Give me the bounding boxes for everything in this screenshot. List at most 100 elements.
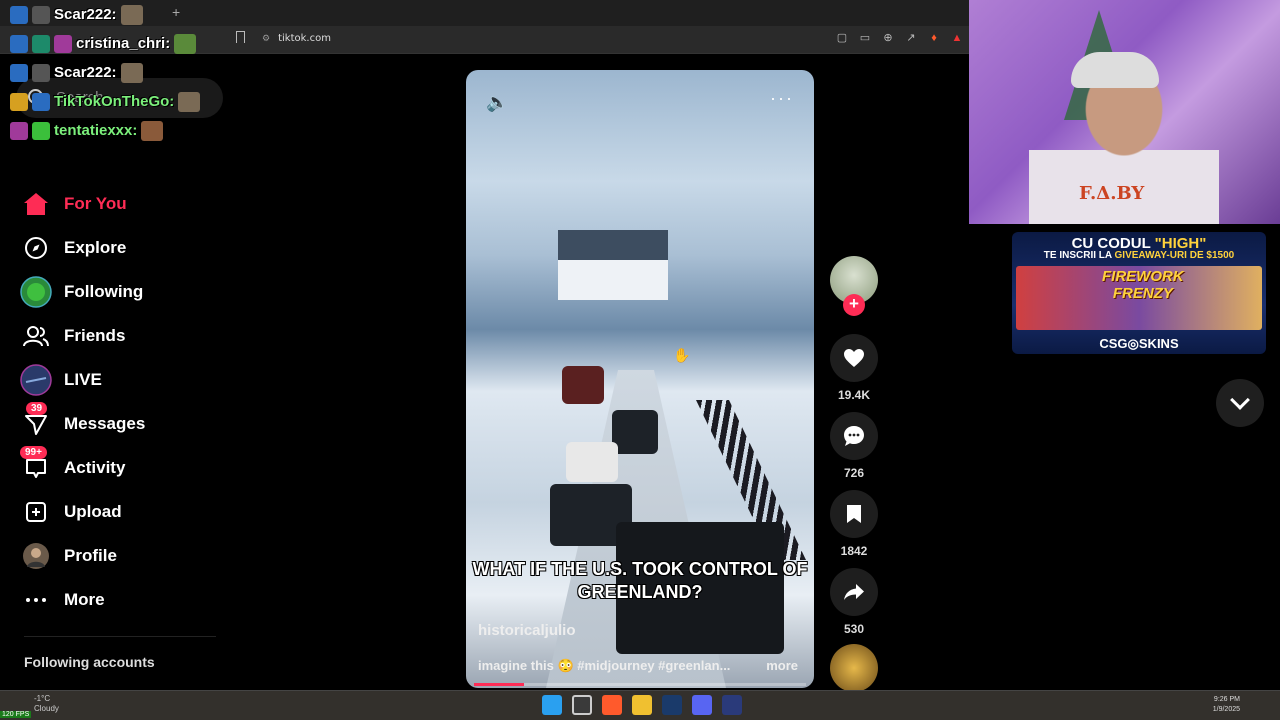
stream-chat-overlay: Scar222: cristina_chri: Scar222: TikTokO… xyxy=(10,0,201,145)
save-action[interactable]: 1842 xyxy=(830,490,878,558)
brave-browser-icon[interactable] xyxy=(602,695,622,715)
site-info-icon[interactable]: ⚙ xyxy=(262,34,270,44)
video-progress-bar[interactable] xyxy=(474,683,806,686)
description-more-button[interactable]: more xyxy=(766,658,798,673)
shirt-text: F.Δ.BY xyxy=(1079,183,1145,204)
messages-badge: 39 xyxy=(26,402,48,415)
nav-label: Explore xyxy=(64,238,127,257)
chat-username: Scar222: xyxy=(54,64,117,81)
address-bar-actions: ▢ ▭ ⊕ ↗ ♦ ▲ xyxy=(835,31,964,45)
nav-activity[interactable]: 99+ Activity xyxy=(20,446,220,488)
share-count: 530 xyxy=(843,622,865,636)
steam-icon[interactable] xyxy=(662,695,682,715)
messages-icon: 39 xyxy=(20,402,52,440)
activity-icon: 99+ xyxy=(20,446,52,484)
nav-profile[interactable]: Profile xyxy=(20,536,220,576)
following-avatar-icon xyxy=(20,276,52,308)
volume-icon[interactable]: 🔈 xyxy=(486,92,508,113)
video-player[interactable]: 🔈 ··· WHAT IF THE U.S. TOOK CONTROL OF G… xyxy=(466,70,814,688)
music-disc-icon[interactable] xyxy=(830,644,878,692)
reader-mode-icon[interactable]: ▢ xyxy=(835,31,849,45)
nav-live[interactable]: LIVE xyxy=(20,360,220,400)
nav-messages[interactable]: 39 Messages xyxy=(20,402,220,444)
video-caption: WHAT IF THE U.S. TOOK CONTROL OF GREENLA… xyxy=(472,559,808,602)
emote-icon xyxy=(120,62,143,83)
sub-badge-icon xyxy=(10,5,28,24)
clock-time: 9:26 PM xyxy=(1213,696,1240,703)
chat-message: TikTokOnTheGo: xyxy=(10,87,201,116)
compass-icon xyxy=(20,232,52,264)
file-explorer-icon[interactable] xyxy=(632,695,652,715)
emote-icon xyxy=(141,120,164,141)
follow-plus-button[interactable]: + xyxy=(843,294,865,316)
task-view-icon[interactable] xyxy=(572,695,592,715)
more-options-icon[interactable]: ··· xyxy=(770,88,794,109)
nav-label: Activity xyxy=(64,458,126,477)
url-field[interactable]: ⚙ tiktok.com xyxy=(262,33,331,44)
sub-badge-icon xyxy=(32,92,50,111)
like-count: 19.4K xyxy=(837,388,871,402)
comment-count: 726 xyxy=(843,466,865,480)
vip-badge-icon xyxy=(54,34,72,53)
activity-badge: 99+ xyxy=(20,446,47,459)
streamer-hat xyxy=(1071,52,1159,88)
video-description: imagine this 😳 #midjourney #greenlan... … xyxy=(478,658,798,674)
next-video-button[interactable] xyxy=(1216,379,1264,427)
bits-badge-icon xyxy=(32,34,50,53)
share-action[interactable]: 530 xyxy=(830,568,878,636)
sidebar-divider xyxy=(24,636,216,637)
weather-widget[interactable]: -1°C Cloudy xyxy=(34,694,59,714)
start-icon[interactable] xyxy=(542,695,562,715)
chat-username: TikTokOnTheGo: xyxy=(54,93,175,110)
vip-badge-icon xyxy=(10,121,28,140)
nav-friends[interactable]: Friends xyxy=(20,316,220,356)
ad-line-2-prefix: TE INSCRII LA xyxy=(1043,250,1115,261)
crown-badge-icon xyxy=(10,92,28,111)
video-author[interactable]: historicaljulio xyxy=(478,622,576,639)
bookmark-icon[interactable] xyxy=(236,31,245,43)
heart-icon[interactable] xyxy=(830,334,878,382)
like-action[interactable]: 19.4K xyxy=(830,334,878,402)
nav-following[interactable]: Following xyxy=(20,272,220,312)
mod-badge-icon xyxy=(32,63,50,82)
pepe-emote-icon xyxy=(174,33,197,54)
video-scene-car xyxy=(566,442,618,482)
cast-icon[interactable]: ▭ xyxy=(858,31,872,45)
chat-message: tentatiexxx: xyxy=(10,116,200,145)
more-dots-icon xyxy=(20,584,52,616)
app-icon[interactable] xyxy=(722,695,742,715)
comment-icon[interactable] xyxy=(830,412,878,460)
url-text: tiktok.com xyxy=(278,33,331,44)
nav-label: Upload xyxy=(64,502,122,521)
chat-username: cristina_chri: xyxy=(76,35,171,52)
streamer-webcam: F.Δ.BY xyxy=(969,0,1280,224)
ad-title: FIREWORK FRENZY xyxy=(1102,268,1184,302)
nav-label: LIVE xyxy=(64,370,102,389)
nav-label: Friends xyxy=(64,326,126,345)
taskbar-apps xyxy=(542,695,742,715)
chevron-down-icon xyxy=(1230,390,1250,410)
chat-message: cristina_chri: xyxy=(10,29,200,58)
gift-badge-icon xyxy=(32,121,50,140)
bookmark-icon[interactable] xyxy=(830,490,878,538)
friends-icon xyxy=(20,320,52,352)
weather-condition: Cloudy xyxy=(34,704,59,713)
comment-action[interactable]: 726 xyxy=(830,412,878,480)
discord-icon[interactable] xyxy=(692,695,712,715)
ad-line-2: TE INSCRII LA GIVEAWAY-URI DE $1500 xyxy=(1012,250,1266,261)
video-description-text: imagine this 😳 #midjourney #greenlan... xyxy=(478,658,731,673)
zoom-icon[interactable]: ⊕ xyxy=(881,31,895,45)
ad-giveaway: GIVEAWAY-URI DE $1500 xyxy=(1114,250,1235,261)
share-arrow-icon[interactable] xyxy=(830,568,878,616)
system-tray-clock[interactable]: 9:26 PM 1/9/2025 xyxy=(1213,695,1240,715)
emote-icon xyxy=(178,91,201,112)
nav-more[interactable]: More xyxy=(20,580,220,620)
nav-for-you[interactable]: For You xyxy=(20,184,220,224)
brave-shields-icon[interactable]: ♦ xyxy=(927,31,941,45)
nav-upload[interactable]: Upload xyxy=(20,492,220,532)
video-scene-car xyxy=(612,410,658,454)
mouse-cursor-icon: ✋ xyxy=(673,347,691,363)
nav-explore[interactable]: Explore xyxy=(20,228,220,268)
brave-rewards-icon[interactable]: ▲ xyxy=(950,31,964,45)
share-icon[interactable]: ↗ xyxy=(904,31,918,45)
